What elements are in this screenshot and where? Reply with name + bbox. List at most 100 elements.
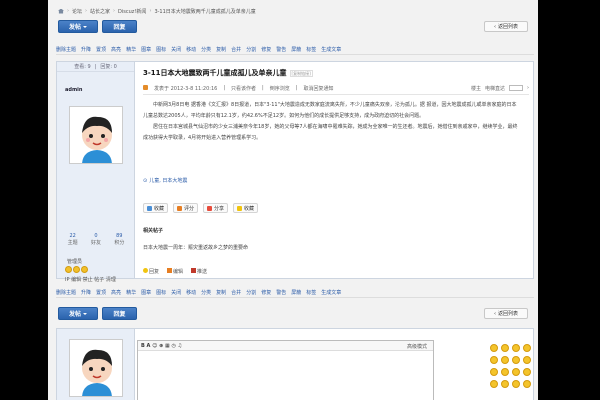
mod-tag[interactable]: 标签: [306, 289, 316, 296]
mod-article[interactable]: 生成文章: [321, 46, 341, 53]
breadcrumb-forum[interactable]: 论坛: [72, 8, 82, 15]
tag-link[interactable]: 儿童, 日本大地震: [149, 177, 187, 184]
smiley-icon[interactable]: [490, 380, 498, 388]
avatar[interactable]: [69, 106, 123, 164]
stat-threads[interactable]: 22 主题: [68, 233, 78, 246]
jump-floor-link[interactable]: 电梯直达: [485, 85, 505, 92]
mod-stick[interactable]: 置顶: [96, 289, 106, 296]
smiley-icon[interactable]: [501, 368, 509, 376]
smiley-icon[interactable]: [490, 344, 498, 352]
smiley-icon[interactable]: [501, 356, 509, 364]
stat-credits[interactable]: 89 积分: [114, 233, 124, 246]
author-role[interactable]: 管理员: [67, 258, 82, 265]
edit-icon: [167, 268, 173, 273]
cancel-notify-link[interactable]: 取消回复通知: [303, 85, 333, 92]
mod-warn[interactable]: 警告: [276, 289, 286, 296]
mod-highlight[interactable]: 高亮: [111, 289, 121, 296]
smiley-icon[interactable]: [501, 344, 509, 352]
smiley-icon[interactable]: [490, 368, 498, 376]
author-only-link[interactable]: 只看该作者: [231, 85, 256, 92]
mod-split[interactable]: 分割: [246, 46, 256, 53]
edit-link[interactable]: 编辑: [167, 268, 183, 275]
smiley-icon[interactable]: [512, 380, 520, 388]
mod-copy[interactable]: 复制: [216, 289, 226, 296]
mod-icon[interactable]: 图标: [156, 46, 166, 53]
rate-icon: [177, 205, 183, 211]
mod-move[interactable]: 移动: [186, 46, 196, 53]
collect-button[interactable]: 收藏: [233, 203, 259, 213]
mod-copy[interactable]: 复制: [216, 46, 226, 53]
back-arrow-icon: ‹: [493, 310, 496, 317]
reply-textarea[interactable]: [138, 351, 433, 400]
rate-button[interactable]: 评分: [173, 203, 199, 213]
mod-repair[interactable]: 修复: [261, 46, 271, 53]
mod-stamp[interactable]: 图章: [141, 46, 151, 53]
mod-tag[interactable]: 标签: [306, 46, 316, 53]
breadcrumb-news[interactable]: Discuz!新闻: [118, 8, 146, 15]
reply-button[interactable]: 回复: [102, 20, 137, 33]
forum-page: › 论坛 › 站长之家 › Discuz!新闻 › 3-11日本大地震致两千儿童…: [48, 0, 538, 400]
author-admin-links[interactable]: IP 编辑 禁止 帖子 清理: [65, 276, 116, 283]
smiley-panel: [490, 344, 531, 388]
mod-split[interactable]: 分割: [246, 289, 256, 296]
mod-stamp[interactable]: 图章: [141, 289, 151, 296]
share-button[interactable]: 分享: [203, 203, 229, 213]
advanced-mode-link[interactable]: 高级模式: [407, 343, 427, 350]
post-main: 3-11日本大地震致两千儿童成孤儿及单亲儿童 [复制链接] 发表于 2012-3-…: [143, 68, 529, 251]
avatar[interactable]: [69, 339, 123, 397]
thread-counts: 查看: 9 | 回复: 0: [57, 62, 134, 72]
push-link[interactable]: 推送: [191, 268, 207, 275]
floor-input[interactable]: [509, 85, 523, 91]
back-to-list-button[interactable]: ‹ 返回列表: [484, 21, 528, 32]
editor-format-buttons[interactable]: B A ☺ ⊕ ▦ ◷ ♫: [141, 343, 182, 349]
stat-friends[interactable]: 0 好友: [91, 233, 101, 246]
smiley-icon[interactable]: [501, 380, 509, 388]
author-name[interactable]: admin: [65, 87, 82, 93]
mod-stick[interactable]: 置顶: [96, 46, 106, 53]
mod-delete[interactable]: 删除主题: [56, 289, 76, 296]
favorite-button[interactable]: 收藏: [143, 203, 169, 213]
mod-close[interactable]: 关闭: [171, 289, 181, 296]
related-thread-link[interactable]: 日本大地震一周年：赈灾重返故乡之梦的重要命: [143, 244, 248, 251]
copy-link-button[interactable]: [复制链接]: [289, 70, 313, 77]
mod-digest[interactable]: 精华: [126, 289, 136, 296]
reverse-order-link[interactable]: 倒序浏览: [270, 85, 290, 92]
mod-merge[interactable]: 合并: [231, 289, 241, 296]
mod-move[interactable]: 移动: [186, 289, 196, 296]
smiley-icon[interactable]: [523, 380, 531, 388]
mod-block[interactable]: 屏蔽: [291, 289, 301, 296]
mod-category[interactable]: 分类: [201, 46, 211, 53]
mod-article[interactable]: 生成文章: [321, 289, 341, 296]
mod-merge[interactable]: 合并: [231, 46, 241, 53]
smiley-icon[interactable]: [512, 356, 520, 364]
smiley-icon[interactable]: [523, 344, 531, 352]
home-icon[interactable]: [58, 8, 64, 14]
mod-category[interactable]: 分类: [201, 289, 211, 296]
avatar-image: [70, 107, 122, 163]
smiley-icon[interactable]: [523, 368, 531, 376]
smiley-icon[interactable]: [490, 356, 498, 364]
post-button-bottom[interactable]: 发帖: [58, 307, 98, 320]
breadcrumb-station[interactable]: 站长之家: [90, 8, 110, 15]
mod-delete[interactable]: 删除主题: [56, 46, 76, 53]
mod-bump[interactable]: 升降: [81, 289, 91, 296]
mod-block[interactable]: 屏蔽: [291, 46, 301, 53]
mod-highlight[interactable]: 高亮: [111, 46, 121, 53]
post-container: 查看: 9 | 回复: 0 admin 22 主题 0 好友 89 积分 管理员…: [56, 61, 534, 283]
editor-toolbar: B A ☺ ⊕ ▦ ◷ ♫ 高级模式: [138, 341, 433, 351]
smiley-icon[interactable]: [512, 344, 520, 352]
mod-repair[interactable]: 修复: [261, 289, 271, 296]
mod-icon[interactable]: 图标: [156, 289, 166, 296]
reply-link[interactable]: 回复: [143, 268, 159, 275]
reply-button-bottom[interactable]: 回复: [102, 307, 137, 320]
chevron-right-icon[interactable]: ›: [527, 85, 529, 92]
smiley-icon[interactable]: [523, 356, 531, 364]
post-button[interactable]: 发帖: [58, 20, 98, 33]
mod-warn[interactable]: 警告: [276, 46, 286, 53]
mod-digest[interactable]: 精华: [126, 46, 136, 53]
mod-bump[interactable]: 升降: [81, 46, 91, 53]
avatar-image: [70, 340, 122, 396]
smiley-icon[interactable]: [512, 368, 520, 376]
back-to-list-button-bottom[interactable]: ‹ 返回列表: [484, 308, 528, 319]
mod-close[interactable]: 关闭: [171, 46, 181, 53]
